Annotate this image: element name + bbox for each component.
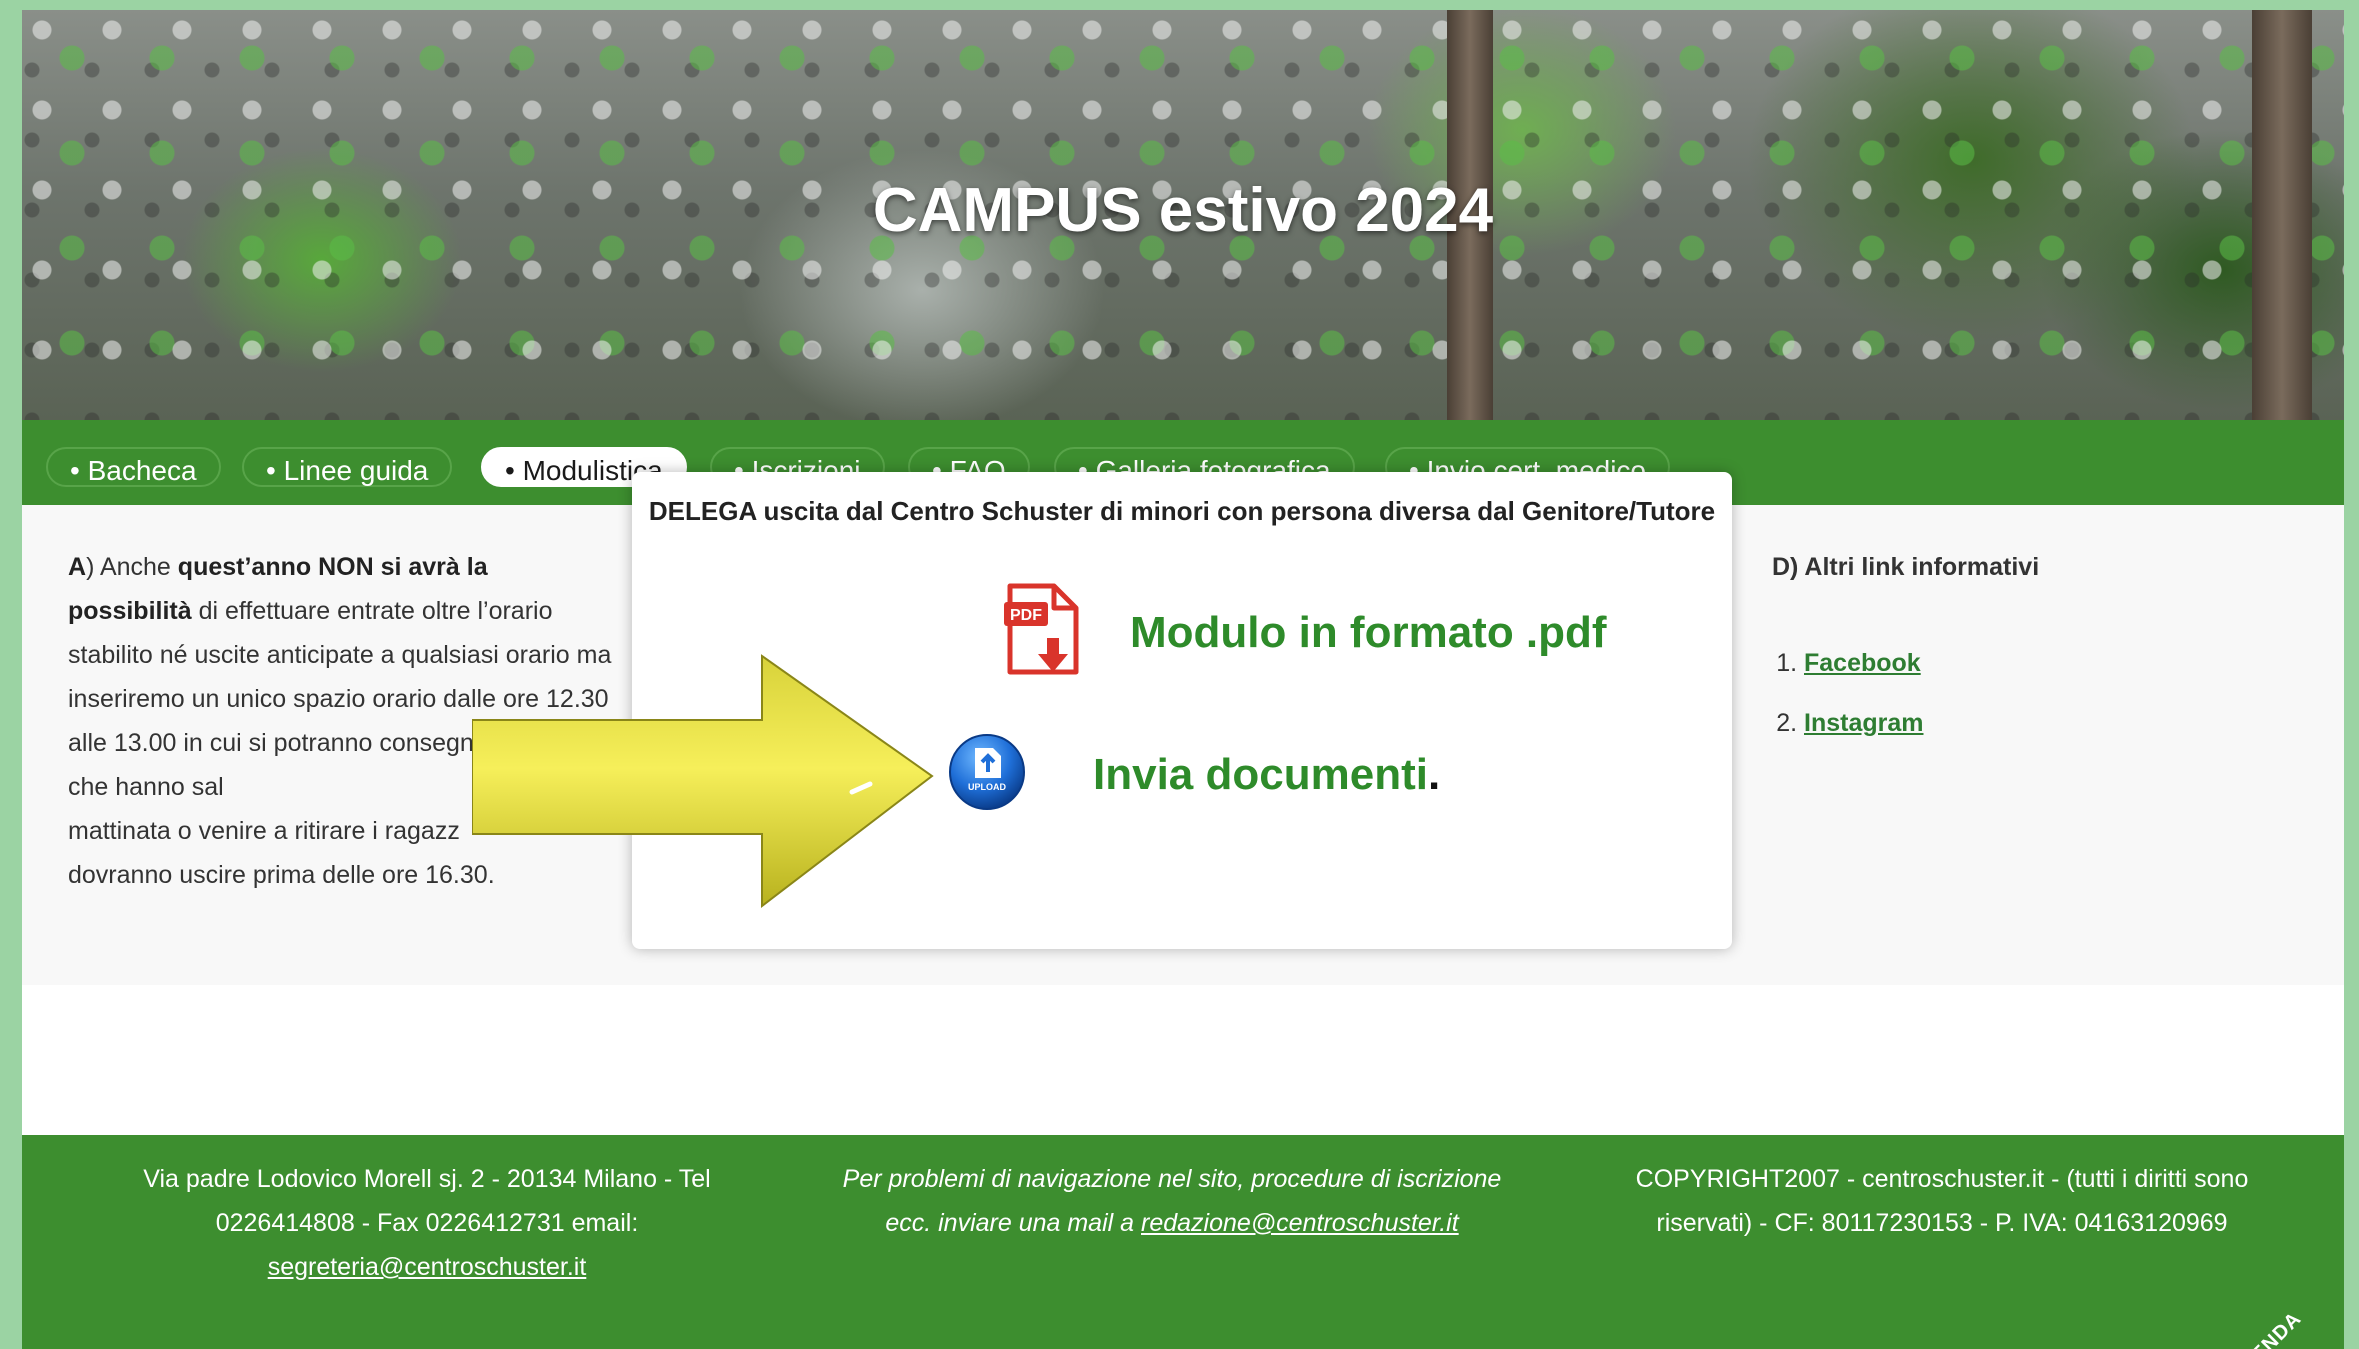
nav-item-linee-guida[interactable]: • Linee guida [242, 447, 453, 487]
list-item: Facebook [1804, 633, 2272, 693]
footer-email-link[interactable]: segreteria@centroschuster.it [268, 1253, 587, 1281]
nav-item-bacheca[interactable]: • Bacheca [46, 447, 221, 487]
section-letter: A [68, 553, 87, 581]
instagram-link[interactable]: Instagram [1804, 709, 1923, 737]
section-a-text-3: mattinata o venire a ritirare i ragazz [68, 817, 460, 845]
footer-address-line: 0226414808 - Fax 0226412731 email: [215, 1209, 639, 1237]
pdf-download-link[interactable]: PDF Modulo in formato .pdf [1002, 582, 1607, 683]
links-list: Facebook Instagram [1772, 633, 2272, 753]
list-item: Instagram [1804, 693, 2272, 753]
upload-icon-text: UPLOAD [968, 782, 1007, 792]
footer: Via padre Lodovico Morell sj. 2 - 20134 … [22, 1135, 2344, 1349]
footer-help: Per problemi di navigazione nel sito, pr… [822, 1157, 1522, 1245]
upload-link-label: Invia documenti [1093, 749, 1428, 799]
popup-title: DELEGA uscita dal Centro Schuster di min… [648, 496, 1716, 526]
footer-help-line: ecc. inviare una mail a [885, 1209, 1141, 1237]
footer-copyright-line: COPYRIGHT2007 - centroschuster.it - (tut… [1635, 1165, 2249, 1193]
section-d: D) Altri link informativi Facebook Insta… [1772, 545, 2272, 753]
facebook-link[interactable]: Facebook [1804, 649, 1921, 677]
upload-link-suffix: . [1427, 749, 1441, 799]
header-banner: CAMPUS estivo 2024 [22, 10, 2344, 420]
upload-icon: UPLOAD [947, 732, 1027, 817]
footer-address: Via padre Lodovico Morell sj. 2 - 20134 … [82, 1157, 772, 1289]
pdf-link-label: Modulo in formato .pdf [1130, 607, 1607, 657]
footer-address-line: Via padre Lodovico Morell sj. 2 - 20134 … [143, 1165, 711, 1193]
section-a-text-1: ) Anche [86, 553, 178, 581]
section-a-text-4: dovranno uscire prima delle ore 16.30. [68, 861, 495, 889]
page-title: CAMPUS estivo 2024 [872, 176, 1494, 245]
section-d-title: D) Altri link informativi [1772, 553, 2040, 581]
pdf-file-icon: PDF [1002, 582, 1082, 683]
footer-copyright-line: riservati) - CF: 80117230153 - P. IVA: 0… [1656, 1209, 2228, 1237]
upload-documents-link[interactable]: UPLOAD Invia documenti. [947, 732, 1440, 817]
footer-help-line: Per problemi di navigazione nel sito, pr… [842, 1165, 1502, 1193]
footer-redazione-link[interactable]: redazione@centroschuster.it [1141, 1209, 1459, 1237]
footer-copyright: COPYRIGHT2007 - centroschuster.it - (tut… [1592, 1157, 2292, 1245]
pdf-icon-text: PDF [1010, 607, 1042, 624]
yellow-arrow-icon [472, 654, 934, 909]
agenda-corner-link[interactable]: AGENDA [2217, 1300, 2314, 1349]
